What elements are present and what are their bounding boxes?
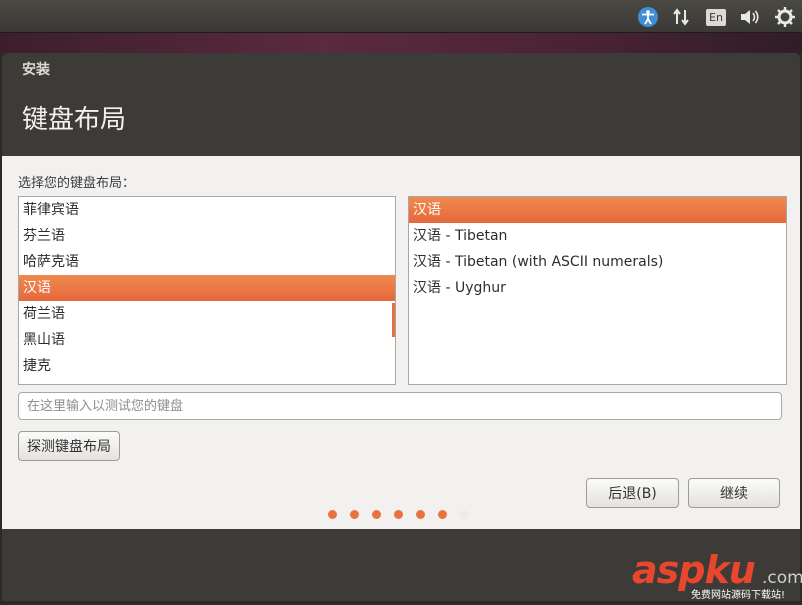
variant-item[interactable]: 汉语 - Uyghur bbox=[409, 275, 786, 301]
detect-layout-button[interactable]: 探测键盘布局 bbox=[18, 431, 120, 461]
progress-dot bbox=[394, 510, 403, 519]
top-panel: En bbox=[0, 0, 802, 33]
window-title: 安装 bbox=[22, 62, 50, 78]
progress-dot bbox=[416, 510, 425, 519]
layout-item[interactable]: 黑山语 bbox=[19, 327, 395, 353]
variant-list[interactable]: 汉语 汉语 - Tibetan 汉语 - Tibetan (with ASCII… bbox=[408, 196, 787, 385]
content-area: 选择您的键盘布局： 菲律宾语 芬兰语 哈萨克语 汉语 荷兰语 黑山语 捷克 汉语… bbox=[2, 156, 800, 529]
progress-dot bbox=[328, 510, 337, 519]
keyboard-test-input[interactable] bbox=[18, 392, 782, 420]
volume-icon[interactable] bbox=[738, 6, 762, 28]
layout-item[interactable]: 哈萨克语 bbox=[19, 249, 395, 275]
progress-dot bbox=[350, 510, 359, 519]
progress-dot bbox=[372, 510, 381, 519]
progress-dot bbox=[438, 510, 447, 519]
variant-item-selected[interactable]: 汉语 bbox=[409, 197, 786, 223]
layout-prompt: 选择您的键盘布局： bbox=[18, 176, 136, 191]
continue-button[interactable]: 继续 bbox=[688, 478, 780, 508]
layout-item[interactable]: 芬兰语 bbox=[19, 223, 395, 249]
accessibility-icon[interactable] bbox=[637, 6, 659, 28]
page-title: 键盘布局 bbox=[22, 105, 127, 135]
desktop-background bbox=[0, 33, 802, 53]
watermark-tagline: 免费网站源码下载站! bbox=[691, 590, 786, 601]
watermark: aspku .com 免费网站源码下载站! bbox=[628, 548, 802, 605]
progress-dot-current bbox=[460, 510, 469, 519]
keyboard-indicator-label: En bbox=[706, 8, 726, 26]
variant-item[interactable]: 汉语 - Tibetan (with ASCII numerals) bbox=[409, 249, 786, 275]
variant-item[interactable]: 汉语 - Tibetan bbox=[409, 223, 786, 249]
progress-dots bbox=[328, 510, 482, 522]
back-button[interactable]: 后退(B) bbox=[586, 478, 679, 508]
keyboard-indicator-icon[interactable]: En bbox=[705, 6, 727, 28]
layout-item[interactable]: 菲律宾语 bbox=[19, 197, 395, 223]
layout-item[interactable]: 捷克 bbox=[19, 353, 395, 379]
watermark-domain: .com bbox=[762, 568, 802, 588]
settings-gear-icon[interactable] bbox=[774, 6, 796, 28]
layout-item[interactable]: 荷兰语 bbox=[19, 301, 395, 327]
layout-list-scrollbar[interactable] bbox=[392, 303, 395, 337]
network-arrows-icon[interactable] bbox=[671, 6, 691, 28]
layout-list[interactable]: 菲律宾语 芬兰语 哈萨克语 汉语 荷兰语 黑山语 捷克 bbox=[18, 196, 396, 385]
layout-item-selected[interactable]: 汉语 bbox=[19, 275, 395, 301]
